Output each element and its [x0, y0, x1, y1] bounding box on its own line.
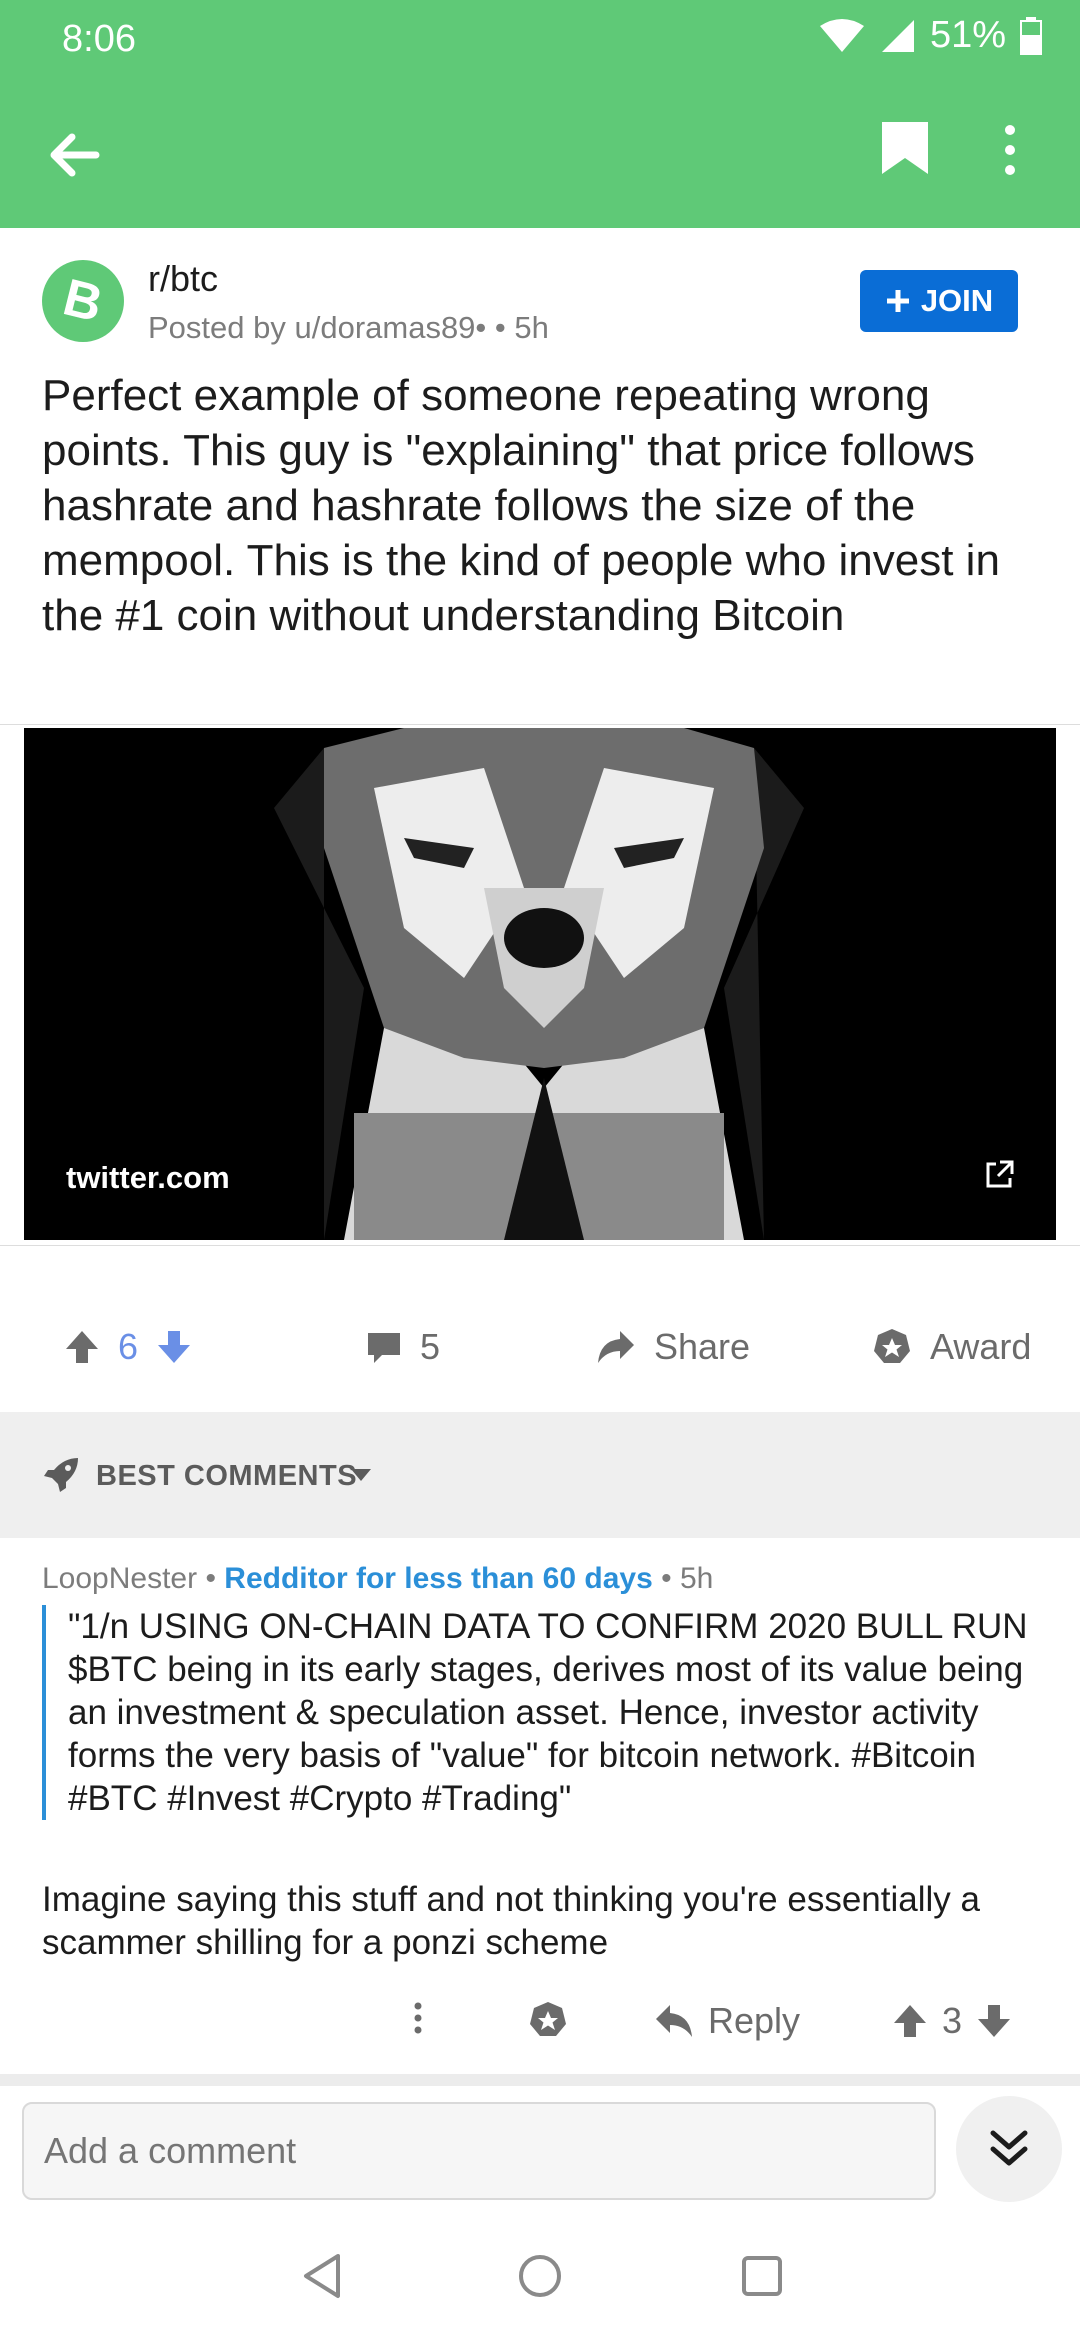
- reply-button[interactable]: Reply: [654, 2000, 800, 2042]
- comments-button[interactable]: 5: [366, 1326, 440, 1368]
- upvote-icon[interactable]: [892, 2003, 928, 2039]
- bookmark-icon: [882, 122, 928, 174]
- wifi-icon: [819, 18, 864, 52]
- chevron-double-down-icon: [990, 2130, 1028, 2166]
- back-button[interactable]: [40, 120, 110, 190]
- award-label: Award: [930, 1326, 1032, 1367]
- meta-separator: •: [661, 1562, 680, 1595]
- author-flair: Redditor for less than 60 days: [224, 1562, 653, 1595]
- downvote-icon[interactable]: [156, 1329, 192, 1365]
- status-bar: 8:06 51%: [0, 0, 1080, 80]
- comment-actions: Reply 3: [0, 1990, 1080, 2060]
- add-comment-field[interactable]: [22, 2102, 936, 2200]
- join-label: JOIN: [920, 283, 994, 318]
- sort-label[interactable]: BEST COMMENTS: [96, 1460, 357, 1493]
- comment-award-button[interactable]: [528, 2000, 568, 2040]
- comment-more-button[interactable]: [412, 2000, 424, 2036]
- comment-meta: LoopNester • Redditor for less than 60 d…: [42, 1562, 713, 1596]
- bitcoin-icon: B: [57, 268, 109, 334]
- comment-vote-group: 3: [892, 2000, 1012, 2042]
- join-button[interactable]: JOIN: [860, 270, 1018, 332]
- award-icon: [530, 2002, 566, 2036]
- app-bar: [0, 80, 1080, 228]
- more-options-button[interactable]: [1000, 120, 1044, 190]
- share-label: Share: [654, 1326, 751, 1367]
- posted-by[interactable]: Posted by u/doramas89• • 5h: [148, 310, 549, 346]
- battery-percent: 51%: [929, 14, 1006, 56]
- add-comment-input[interactable]: [24, 2104, 934, 2198]
- award-icon: [874, 1329, 910, 1363]
- divider: [0, 2074, 1080, 2086]
- nav-home-icon[interactable]: [516, 2252, 564, 2300]
- subreddit-name[interactable]: r/btc: [148, 258, 218, 300]
- subreddit-avatar[interactable]: B: [42, 260, 124, 342]
- status-time: 8:06: [62, 18, 136, 60]
- share-icon: [598, 1331, 634, 1363]
- post-score: 6: [118, 1326, 139, 1367]
- status-icons: 51%: [818, 14, 1042, 57]
- plus-icon: [886, 290, 909, 312]
- post-actions: 6 5 Share Award: [0, 1290, 1080, 1410]
- comment-time: 5h: [679, 1562, 714, 1595]
- battery-icon: [1020, 16, 1042, 55]
- open-external-button[interactable]: [982, 1158, 1016, 1192]
- jump-to-next-button[interactable]: [956, 2096, 1062, 2202]
- caret-down-icon[interactable]: [350, 1468, 372, 1482]
- comment-score: 3: [942, 2000, 963, 2041]
- post-title: Perfect example of someone repeating wro…: [42, 371, 1000, 640]
- rocket-icon: [44, 1458, 78, 1492]
- award-button[interactable]: Award: [872, 1326, 1031, 1368]
- comment-quote: "1/n USING ON-CHAIN DATA TO CONFIRM 2020…: [42, 1605, 1068, 1820]
- comment-body: Imagine saying this stuff and not thinki…: [42, 1880, 980, 1962]
- nav-recents-icon[interactable]: [740, 2254, 784, 2298]
- reply-label: Reply: [708, 2000, 801, 2041]
- comments-count: 5: [420, 1326, 441, 1367]
- link-domain[interactable]: twitter.com: [66, 1160, 230, 1196]
- comment-author[interactable]: LoopNester: [42, 1562, 197, 1595]
- more-vert-icon: [1005, 125, 1015, 175]
- vote-group: 6: [64, 1326, 192, 1368]
- share-button[interactable]: Share: [596, 1326, 750, 1368]
- more-vert-icon: [414, 2002, 422, 2034]
- upvote-icon[interactable]: [64, 1329, 100, 1365]
- downvote-icon[interactable]: [976, 2003, 1012, 2039]
- system-nav-bar: [0, 2220, 1080, 2340]
- meta-separator: •: [205, 1562, 225, 1595]
- bookmark-button[interactable]: [880, 120, 940, 190]
- signal-icon: [881, 19, 914, 52]
- reply-icon: [656, 2005, 692, 2037]
- external-link-icon: [986, 1160, 1014, 1188]
- nav-back-icon[interactable]: [300, 2252, 344, 2300]
- comment-icon: [368, 1333, 400, 1363]
- back-arrow-icon: [50, 133, 100, 177]
